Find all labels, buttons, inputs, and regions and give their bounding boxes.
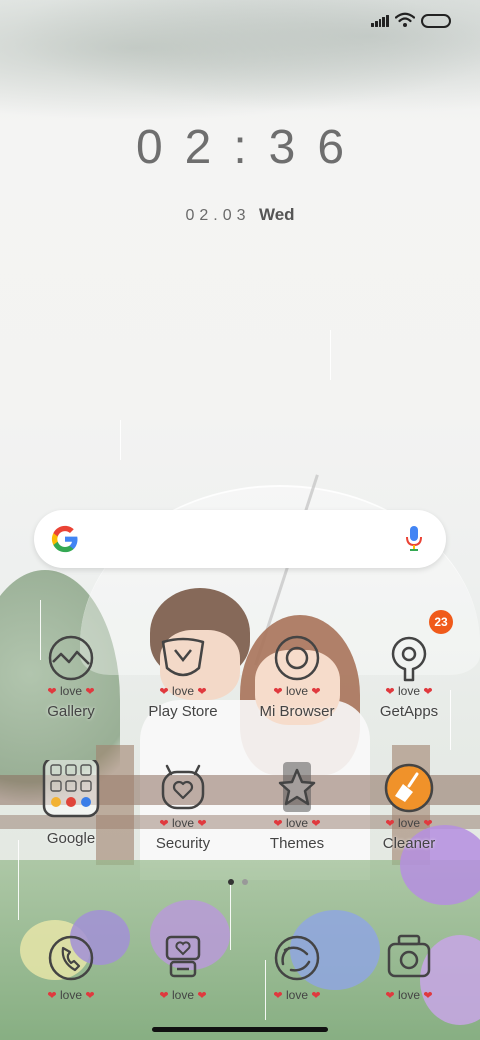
play-store-icon — [161, 637, 205, 677]
app-label: Security — [155, 835, 211, 852]
page-indicator[interactable] — [228, 879, 248, 885]
camera-shutter-icon — [274, 935, 320, 981]
page-dot-active — [228, 879, 234, 885]
app-label: Google — [46, 830, 96, 847]
google-folder-icon — [42, 756, 100, 818]
app-cleaner[interactable]: ❤ love ❤ Cleaner — [354, 760, 464, 852]
app-themes[interactable]: ❤ love ❤ Themes — [242, 760, 352, 852]
app-security[interactable]: ❤ love ❤ Security — [128, 760, 238, 852]
themes-icon — [278, 762, 316, 812]
clock-time[interactable]: 02:36 — [0, 120, 480, 175]
app-play-store[interactable]: ❤ love ❤ Play Store — [128, 628, 238, 720]
phone-icon — [48, 935, 94, 981]
day-text: Wed — [258, 205, 295, 224]
status-bar — [0, 0, 480, 44]
dock-camera[interactable]: ❤ love ❤ — [354, 932, 464, 1003]
camera-icon — [387, 934, 431, 978]
dock-phone[interactable]: ❤ love ❤ — [16, 932, 126, 1003]
app-label: Play Store — [148, 703, 218, 720]
page-dot — [242, 879, 248, 885]
app-google-folder[interactable]: Google — [16, 756, 126, 847]
app-label: Cleaner — [382, 835, 436, 852]
date-text: 02.03 — [185, 207, 251, 224]
app-label: GetApps — [379, 703, 439, 720]
app-gallery[interactable]: ❤ love ❤ Gallery — [16, 628, 126, 720]
home-gesture-bar[interactable] — [152, 1027, 328, 1032]
dock-messages[interactable]: ❤ love ❤ — [128, 932, 238, 1003]
gallery-icon — [48, 635, 94, 681]
messages-icon — [165, 935, 201, 978]
app-label: Themes — [269, 835, 325, 852]
app-getapps[interactable]: 23 ❤ love ❤ GetApps — [354, 610, 464, 720]
wifi-icon — [395, 12, 415, 27]
google-search-bar[interactable] — [34, 510, 446, 568]
mic-icon[interactable] — [404, 525, 424, 553]
app-label: Mi Browser — [259, 703, 335, 720]
getapps-icon — [391, 636, 427, 682]
security-icon — [161, 764, 205, 810]
app-mi-browser[interactable]: ❤ love ❤ Mi Browser — [242, 628, 352, 720]
cleaner-icon — [384, 763, 434, 813]
dock-camera-shutter[interactable]: ❤ love ❤ — [242, 932, 352, 1003]
notification-badge: 23 — [429, 610, 453, 634]
clock-date[interactable]: 02.03 Wed — [0, 205, 480, 225]
browser-icon — [274, 635, 320, 681]
signal-icon — [371, 15, 389, 27]
app-label: Gallery — [47, 703, 95, 720]
google-g-icon — [51, 525, 78, 553]
battery-icon — [421, 14, 451, 28]
